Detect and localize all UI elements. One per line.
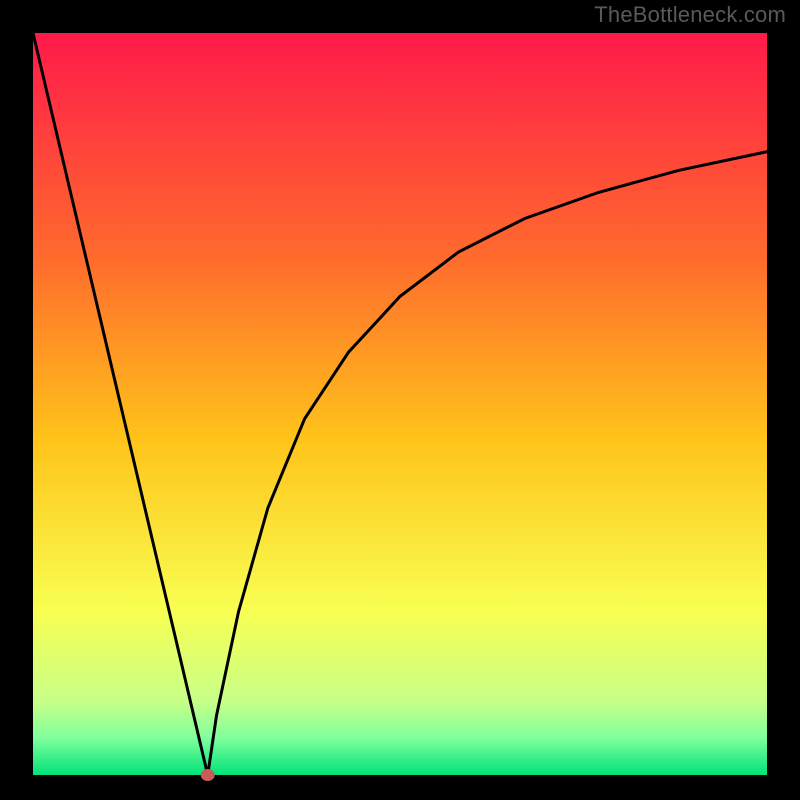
plot-area: [33, 33, 767, 775]
watermark-text: TheBottleneck.com: [594, 2, 786, 28]
bottleneck-marker: [201, 769, 215, 781]
chart-svg: [0, 0, 800, 800]
chart-frame: TheBottleneck.com: [0, 0, 800, 800]
